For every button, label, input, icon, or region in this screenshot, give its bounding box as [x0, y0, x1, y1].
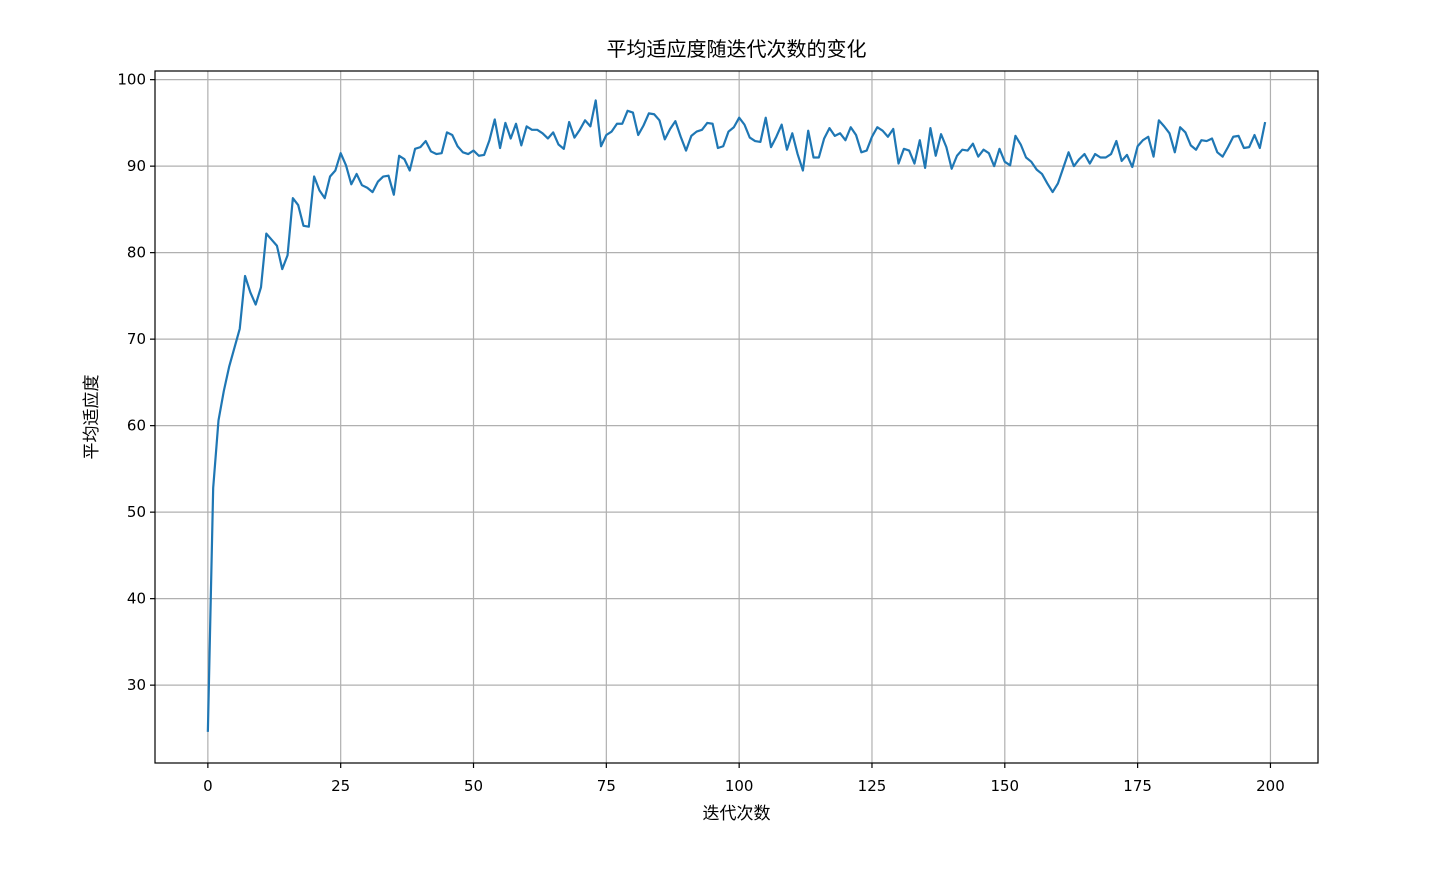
y-tick-label: 60	[127, 417, 146, 435]
chart-title: 平均适应度随迭代次数的变化	[607, 37, 867, 61]
x-tick-label: 175	[1123, 777, 1152, 795]
x-tick-label: 200	[1256, 777, 1285, 795]
y-tick-label: 40	[127, 590, 146, 608]
x-tick-label: 25	[331, 777, 350, 795]
x-tick-label: 150	[990, 777, 1019, 795]
x-tick-label: 0	[203, 777, 213, 795]
y-axis-label: 平均适应度	[82, 375, 102, 460]
x-tick-label: 100	[725, 777, 754, 795]
y-tick-label: 30	[127, 676, 146, 694]
axis-ticks: 0 25 50 75 100 125 150 175 200 30 40 50 60 70 80 90 100	[117, 71, 1284, 795]
x-tick-label: 125	[858, 777, 887, 795]
y-tick-label: 80	[127, 244, 146, 262]
x-axis-label: 迭代次数	[703, 804, 771, 824]
y-tick-label: 90	[127, 157, 146, 175]
y-tick-label: 70	[127, 330, 146, 348]
plot-frame	[154, 70, 1319, 764]
series-layer	[206, 99, 1267, 732]
line-chart: 0 25 50 75 100 125 150 175 20030405060708090100 …	[82, 37, 1319, 824]
x-tick-label: 50	[464, 777, 483, 795]
chart-container: 0 25 50 75 100 125 150 175 200 30 40 50 60 70 80 90 100 …	[0, 0, 1447, 880]
series-line	[206, 99, 1267, 732]
y-tick-label: 50	[127, 503, 146, 521]
x-tick-label: 75	[597, 777, 616, 795]
y-tick-label: 100	[117, 71, 146, 89]
grid	[155, 71, 1318, 763]
